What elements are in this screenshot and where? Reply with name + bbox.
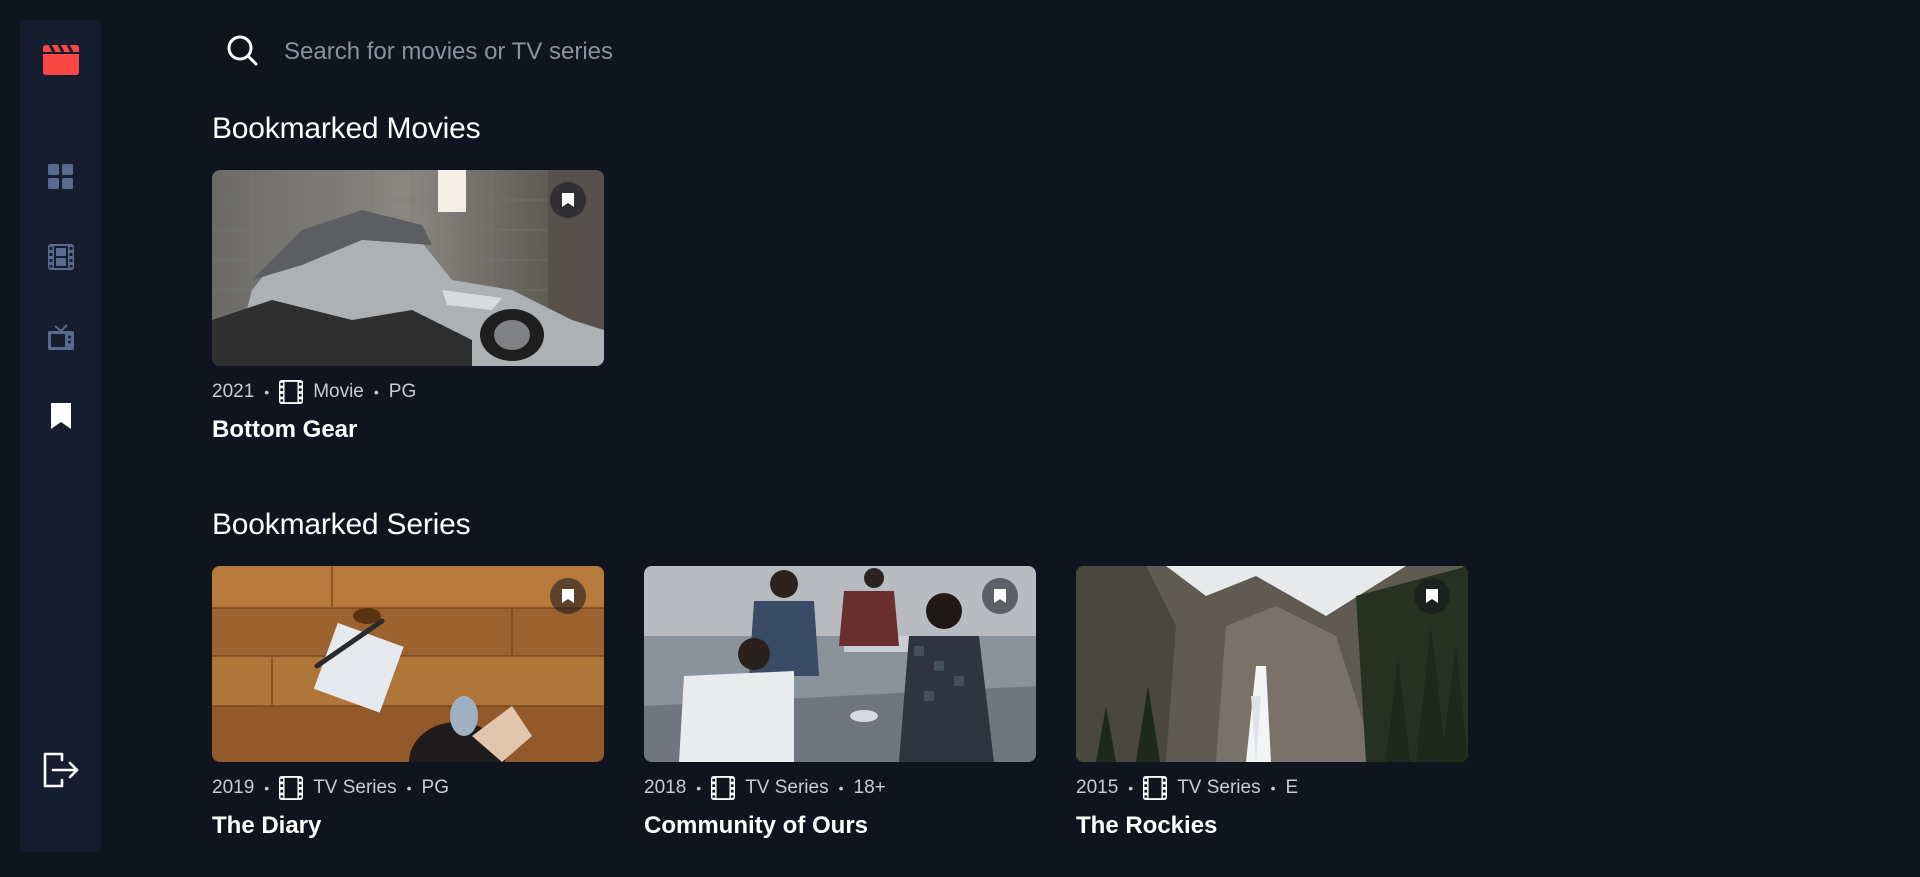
- bookmark-icon: [562, 589, 574, 603]
- bookmark-icon: [1426, 589, 1438, 603]
- card-rating: E: [1285, 777, 1299, 798]
- card-category: TV Series: [1177, 777, 1261, 798]
- card-rating: 18+: [853, 777, 886, 798]
- movie-thumbnail[interactable]: [212, 170, 604, 366]
- search-input[interactable]: [282, 37, 986, 67]
- logout-icon[interactable]: [42, 751, 80, 789]
- bookmark-toggle-button[interactable]: [1414, 578, 1450, 614]
- card-year: 2019: [212, 777, 255, 798]
- series-card[interactable]: 2018 • TV Series • 18+ Community of Ours: [644, 566, 1036, 840]
- card-title[interactable]: The Diary: [212, 812, 604, 840]
- section-title-movies: Bookmarked Movies: [212, 112, 481, 145]
- bookmark-icon: [562, 193, 574, 207]
- film-icon: [711, 776, 736, 800]
- clapperboard-icon[interactable]: [41, 41, 81, 77]
- meta-separator: •: [1270, 780, 1276, 796]
- meta-separator: •: [264, 384, 270, 400]
- card-meta: 2021 • Movie • PG: [212, 380, 604, 404]
- meta-separator: •: [373, 384, 379, 400]
- search-icon[interactable]: [226, 34, 258, 71]
- card-meta: 2018 • TV Series • 18+: [644, 776, 1036, 800]
- meta-separator: •: [406, 780, 412, 796]
- card-meta: 2015 • TV Series • E: [1076, 776, 1468, 800]
- series-thumbnail[interactable]: [1076, 566, 1468, 762]
- card-year: 2021: [212, 381, 255, 402]
- thumbnail-image: [212, 170, 604, 366]
- nav-tv-icon[interactable]: [47, 324, 74, 350]
- card-category: Movie: [313, 381, 364, 402]
- card-category: TV Series: [745, 777, 829, 798]
- thumbnail-image: [1076, 566, 1468, 762]
- bookmark-toggle-button[interactable]: [982, 578, 1018, 614]
- card-year: 2015: [1076, 777, 1119, 798]
- nav-home-grid-icon[interactable]: [47, 164, 74, 190]
- film-icon: [1143, 776, 1168, 800]
- series-card[interactable]: 2019 • TV Series • PG The Diary: [212, 566, 604, 840]
- bookmark-toggle-button[interactable]: [550, 182, 586, 218]
- bookmark-toggle-button[interactable]: [550, 578, 586, 614]
- series-thumbnail[interactable]: [212, 566, 604, 762]
- card-title[interactable]: The Rockies: [1076, 812, 1468, 840]
- meta-separator: •: [838, 780, 844, 796]
- sidebar: [20, 20, 101, 852]
- bookmark-icon: [994, 589, 1006, 603]
- movie-card[interactable]: 2021 • Movie • PG Bottom Gear: [212, 170, 604, 444]
- nav-bookmark-icon[interactable]: [50, 403, 72, 429]
- card-meta: 2019 • TV Series • PG: [212, 776, 604, 800]
- card-year: 2018: [644, 777, 687, 798]
- series-card[interactable]: 2015 • TV Series • E The Rockies: [1076, 566, 1468, 840]
- search-bar: [226, 32, 1126, 72]
- section-title-series: Bookmarked Series: [212, 508, 471, 541]
- film-icon: [279, 380, 304, 404]
- card-rating: PG: [421, 777, 449, 798]
- thumbnail-image: [644, 566, 1036, 762]
- thumbnail-image: [212, 566, 604, 762]
- meta-separator: •: [1128, 780, 1134, 796]
- card-title[interactable]: Bottom Gear: [212, 416, 604, 444]
- meta-separator: •: [264, 780, 270, 796]
- film-icon: [279, 776, 304, 800]
- nav-movies-film-icon[interactable]: [47, 244, 74, 270]
- card-rating: PG: [388, 381, 417, 402]
- series-thumbnail[interactable]: [644, 566, 1036, 762]
- card-category: TV Series: [313, 777, 397, 798]
- meta-separator: •: [696, 780, 702, 796]
- card-title[interactable]: Community of Ours: [644, 812, 1036, 840]
